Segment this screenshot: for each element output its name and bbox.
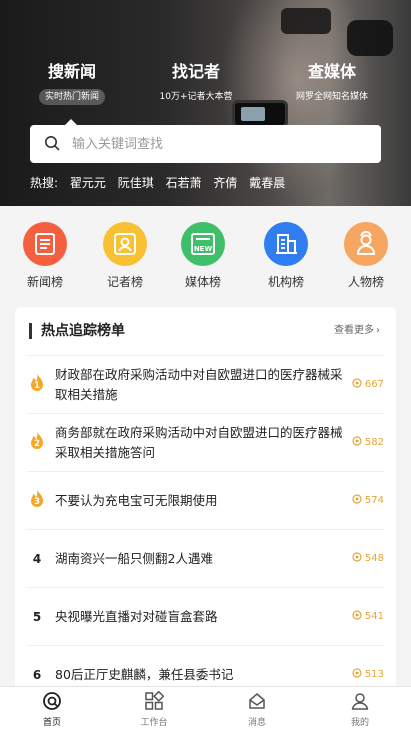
view-more-link[interactable]: 查看更多 › [334,323,380,339]
heat-number: 667 [364,379,384,390]
media-badge: NEW [194,245,213,253]
ranking-headline: 湖南资兴一船只侧翻2人遇难 [55,551,213,566]
ranking-header: 热点追踪榜单 查看更多 › [15,307,396,355]
category-row: 新闻榜 记者榜 NEW 媒体榜 机构榜 人物榜 [0,206,411,298]
search-box[interactable] [30,125,381,163]
hot-search-term[interactable]: 齐倩 [213,176,237,190]
ranking-headline: 商务部就在政府采购活动中对自欧盟进口的医疗器械采取相关措施答问 [55,425,343,460]
tab-check-media[interactable]: 查媒体 网罗全网知名媒体 [272,60,392,105]
nav-home[interactable]: 首页 [22,691,82,729]
nav-label: 首页 [42,718,61,728]
flame-icon: 1 [27,372,47,396]
category-org-rank[interactable]: 机构榜 [254,222,318,290]
view-more-label: 查看更多 [334,325,374,336]
tab-title: 找记者 [171,62,220,81]
rank-number: 2 [33,439,41,449]
ranking-row[interactable]: 3 不要认为充电宝可无限期使用 574 [27,471,384,529]
hero-photo-equipment [281,8,331,34]
eye-icon [352,668,362,678]
tab-subtitle: 实时热门新闻 [38,89,105,105]
nav-label: 消息 [247,718,266,728]
flame-icon: 3 [27,488,47,512]
heat-number: 513 [364,669,384,680]
ranking-row[interactable]: 1 财政部在政府采购活动中对自欧盟进口的医疗器械采取相关措施 667 [27,355,384,413]
bottom-nav: 首页 工作台 消息 我的 [0,686,411,730]
rank-number: 3 [33,497,41,507]
eye-icon [352,436,362,446]
tab-search-news[interactable]: 搜新闻 实时热门新闻 [12,60,132,105]
search-icon [45,136,60,151]
heat-value: 582 [352,435,384,451]
rank-number: 6 [32,668,42,682]
category-label: 人物榜 [347,275,384,289]
nav-label: 我的 [350,718,369,728]
hot-search-label: 热搜: [30,176,59,190]
category-reporter-rank[interactable]: 记者榜 [93,222,157,290]
flame-icon: 2 [27,430,47,454]
heat-number: 582 [364,437,384,448]
category-media-rank[interactable]: NEW 媒体榜 [171,222,235,290]
category-label: 机构榜 [267,275,304,289]
rank-number: 4 [32,552,42,566]
profile-icon [351,693,369,710]
category-label: 记者榜 [106,275,143,289]
ranking-row[interactable]: 4 湖南资兴一船只侧翻2人遇难 548 [27,529,384,587]
nav-messages[interactable]: 消息 [227,691,287,729]
ranking-title: 热点追踪榜单 [41,323,125,339]
hero-photo-microphone [347,20,393,56]
reporter-icon [103,222,147,266]
hot-search-term[interactable]: 翟元元 [70,176,106,190]
heat-number: 548 [364,553,384,564]
title-accent-bar [29,323,32,339]
tab-title: 查媒体 [307,62,356,81]
heat-value: 541 [352,609,384,625]
hot-search-term[interactable]: 戴春晨 [249,176,285,190]
heat-number: 574 [364,495,384,506]
nav-label: 工作台 [140,718,168,728]
tab-find-reporter[interactable]: 找记者 10万+记者大本营 [136,60,256,105]
eye-icon [352,378,362,388]
tab-subtitle: 10万+记者大本营 [159,92,233,102]
message-icon [249,693,265,709]
category-news-rank[interactable]: 新闻榜 [13,222,77,290]
heat-number: 541 [364,611,384,622]
rank-number: 1 [33,381,41,391]
ranking-row[interactable]: 2 商务部就在政府采购活动中对自欧盟进口的医疗器械采取相关措施答问 582 [27,413,384,471]
hot-search-term[interactable]: 阮佳琪 [118,176,154,190]
category-label: 媒体榜 [184,275,221,289]
building-icon [264,222,308,266]
ranking-headline: 不要认为充电宝可无限期使用 [55,493,218,508]
eye-icon [352,552,362,562]
nav-workbench[interactable]: 工作台 [124,690,184,729]
heat-value: 574 [352,493,384,509]
ranking-row[interactable]: 5 央视曝光直播对对碰盲盒套路 541 [27,587,384,645]
hero-tabs: 搜新闻 实时热门新闻 找记者 10万+记者大本营 查媒体 网罗全网知名媒体 [0,60,411,108]
ranking-headline: 财政部在政府采购活动中对自欧盟进口的医疗器械采取相关措施 [55,367,343,402]
rank-number: 5 [32,610,42,624]
nav-profile[interactable]: 我的 [330,691,390,729]
search-input[interactable] [72,125,362,163]
ranking-headline: 央视曝光直播对对碰盲盒套路 [55,609,218,624]
heat-value: 513 [352,667,384,683]
heat-value: 548 [352,551,384,567]
tab-title: 搜新闻 [47,62,96,81]
tab-subtitle: 网罗全网知名媒体 [295,92,368,102]
heat-value: 667 [352,377,384,393]
workbench-icon [145,690,165,710]
category-label: 新闻榜 [26,275,63,289]
media-icon: NEW [181,222,225,266]
hero-banner: 搜新闻 实时热门新闻 找记者 10万+记者大本营 查媒体 网罗全网知名媒体 热搜… [0,0,411,206]
eye-icon [352,610,362,620]
category-person-rank[interactable]: 人物榜 [334,222,398,290]
home-icon [43,692,61,710]
eye-icon [352,494,362,504]
ranking-card: 热点追踪榜单 查看更多 › 1 财政部在政府采购活动中对自欧盟进口的医疗器械采取相… [15,307,396,707]
person-icon [344,222,388,266]
hot-search-row: 热搜: 翟元元 阮佳琪 石若萧 齐倩 戴春晨 [30,173,293,193]
news-icon [23,222,67,266]
hot-search-term[interactable]: 石若萧 [166,176,202,190]
chevron-right-icon: › [376,325,380,336]
